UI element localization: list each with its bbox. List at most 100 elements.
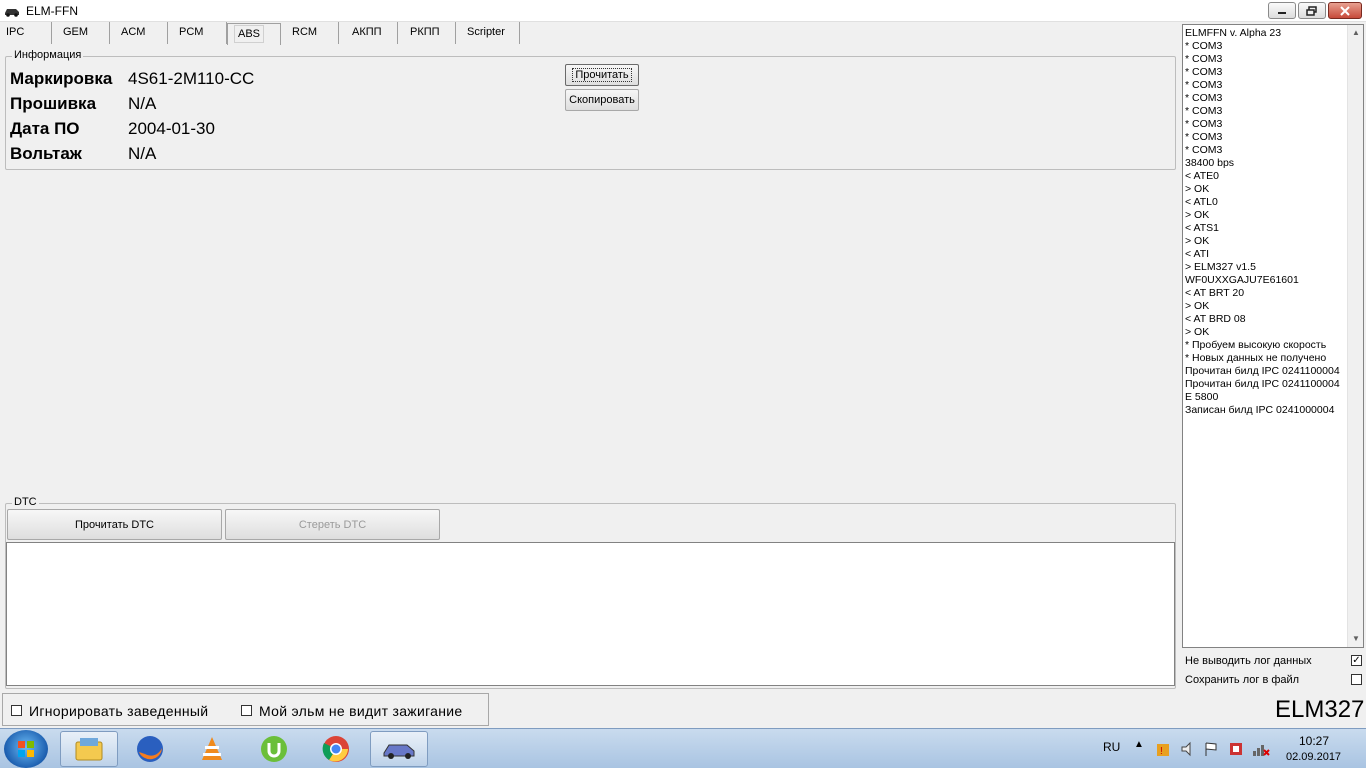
log-line: E 5800 xyxy=(1185,391,1219,403)
tray-expand-icon[interactable]: ▲ xyxy=(1134,739,1144,750)
tab-abs[interactable]: ABS xyxy=(227,23,281,45)
no-log-option[interactable]: Не выводить лог данных xyxy=(1185,653,1312,669)
maximize-button[interactable] xyxy=(1298,2,1326,19)
log-line: * Новых данных не получено xyxy=(1185,352,1327,364)
button-label: Прочитать DTC xyxy=(75,518,154,531)
tab-pcm[interactable]: PCM xyxy=(168,22,227,44)
log-scrollbar[interactable]: ▲ ▼ xyxy=(1347,25,1363,647)
tab-rkpp[interactable]: РКПП xyxy=(398,22,456,44)
tab-gem[interactable]: GEM xyxy=(52,22,110,44)
clock-time[interactable]: 10:27 xyxy=(1299,734,1329,748)
info-row-marking: Маркировка 4S61-2M110-CC xyxy=(10,69,254,91)
car-app-icon xyxy=(5,9,19,17)
log-line: * COM3 xyxy=(1185,79,1223,91)
firefox-taskbar-button[interactable] xyxy=(121,731,179,767)
tab-label: GEM xyxy=(63,26,89,38)
log-line: * COM3 xyxy=(1185,40,1223,52)
info-value: N/A xyxy=(128,144,157,163)
elmffn-taskbar-button[interactable] xyxy=(370,731,428,767)
network-icon[interactable] xyxy=(1252,741,1270,757)
action-center-flag-icon[interactable] xyxy=(1203,741,1219,757)
tab-akpp[interactable]: АКПП xyxy=(339,22,398,44)
info-row-firmware: Прошивка N/A xyxy=(10,94,156,116)
button-label: Скопировать xyxy=(569,94,635,106)
info-label: Вольтаж xyxy=(10,144,82,163)
options-bar: Игнорировать заведенный Мой эльм не види… xyxy=(2,693,489,726)
log-line: > OK xyxy=(1185,300,1210,312)
svg-text:!: ! xyxy=(1160,746,1163,757)
log-line: * COM3 xyxy=(1185,66,1223,78)
read-dtc-button[interactable]: Прочитать DTC xyxy=(7,509,222,540)
close-icon xyxy=(1340,5,1350,16)
volume-icon[interactable] xyxy=(1180,741,1196,757)
info-row-sw-date: Дата ПО 2004-01-30 xyxy=(10,119,215,141)
log-line: * COM3 xyxy=(1185,53,1223,65)
tab-label: PCM xyxy=(179,26,204,38)
save-log-label: Сохранить лог в файл xyxy=(1185,674,1300,686)
elmffn-car-icon xyxy=(383,744,415,759)
adapter-tray-icon[interactable] xyxy=(1228,741,1244,757)
log-line: > OK xyxy=(1185,326,1210,338)
log-line: > ELM327 v1.5 xyxy=(1185,261,1256,273)
vlc-icon xyxy=(202,737,222,760)
clear-dtc-button[interactable]: Стереть DTC xyxy=(225,509,440,540)
tab-label: RCM xyxy=(292,26,318,38)
vlc-taskbar-button[interactable] xyxy=(183,731,241,767)
log-line: WF0UXXGAJU7E61601 xyxy=(1185,274,1299,286)
scroll-down-icon[interactable]: ▼ xyxy=(1348,631,1363,647)
adapter-label: ELM327 xyxy=(1275,696,1365,723)
save-log-option[interactable]: Сохранить лог в файл xyxy=(1185,672,1299,688)
log-line: 38400 bps xyxy=(1185,157,1235,169)
log-line: * COM3 xyxy=(1185,92,1223,104)
explorer-taskbar-button[interactable] xyxy=(60,731,118,767)
security-tray-icon[interactable]: ! xyxy=(1155,741,1171,757)
taskbar: RU ▲ ! 10:27 02.09.2017 xyxy=(0,728,1366,768)
tab-label: АКПП xyxy=(352,26,382,38)
log-line: * COM3 xyxy=(1185,144,1223,156)
ignore-running-label[interactable]: Игнорировать заведенный xyxy=(29,703,208,719)
start-button[interactable] xyxy=(4,730,48,768)
language-indicator[interactable]: RU xyxy=(1103,740,1120,754)
log-line: Прочитан билд IPC 0241100004 xyxy=(1185,365,1340,377)
chrome-icon xyxy=(322,736,349,762)
clock-date[interactable]: 02.09.2017 xyxy=(1286,751,1341,763)
scroll-up-icon[interactable]: ▲ xyxy=(1348,25,1363,41)
info-value: 2004-01-30 xyxy=(128,119,215,138)
log-line: < AT BRT 20 xyxy=(1185,287,1245,299)
info-legend: Информация xyxy=(12,49,84,61)
log-line: < AT BRD 08 xyxy=(1185,313,1246,325)
log-line: ELMFFN v. Alpha 23 xyxy=(1185,27,1282,39)
minimize-icon xyxy=(1278,11,1286,14)
save-log-checkbox[interactable] xyxy=(1351,674,1362,685)
ignore-running-checkbox[interactable] xyxy=(11,705,22,716)
copy-info-button[interactable]: Скопировать xyxy=(565,89,639,111)
log-panel[interactable]: ELMFFN v. Alpha 23 * COM3 * COM3 * COM3 * CO… xyxy=(1182,24,1364,648)
info-label: Прошивка xyxy=(10,94,97,113)
tab-label: ABS xyxy=(234,25,265,43)
minimize-button[interactable] xyxy=(1268,2,1296,19)
log-line: * COM3 xyxy=(1185,105,1223,117)
checkmark-icon: ✓ xyxy=(1352,655,1361,666)
utorrent-taskbar-button[interactable] xyxy=(245,731,303,767)
log-line: < ATI xyxy=(1185,248,1210,260)
restore-icon xyxy=(1306,5,1317,16)
tab-label: РКПП xyxy=(410,26,440,38)
tab-acm[interactable]: ACM xyxy=(110,22,168,44)
close-button[interactable] xyxy=(1328,2,1362,19)
read-info-button[interactable]: Прочитать xyxy=(565,64,639,86)
chrome-taskbar-button[interactable] xyxy=(307,731,365,767)
info-label: Маркировка xyxy=(10,69,113,88)
tab-scripter[interactable]: Scripter xyxy=(456,22,520,44)
log-text: ELMFFN v. Alpha 23 * COM3 * COM3 * COM3 * CO… xyxy=(1185,27,1347,417)
log-line: < ATS1 xyxy=(1185,222,1219,234)
info-label: Дата ПО xyxy=(10,119,80,138)
no-ignition-label[interactable]: Мой эльм не видит зажигание xyxy=(259,703,463,719)
title-bar: ELM-FFN xyxy=(0,0,1366,22)
log-line: * COM3 xyxy=(1185,118,1223,130)
tab-ipc[interactable]: IPC xyxy=(0,22,52,44)
dtc-list[interactable] xyxy=(6,542,1175,686)
no-log-checkbox[interactable]: ✓ xyxy=(1351,655,1362,666)
tab-label: IPC xyxy=(6,26,25,38)
tab-rcm[interactable]: RCM xyxy=(281,22,339,44)
no-ignition-checkbox[interactable] xyxy=(241,705,252,716)
